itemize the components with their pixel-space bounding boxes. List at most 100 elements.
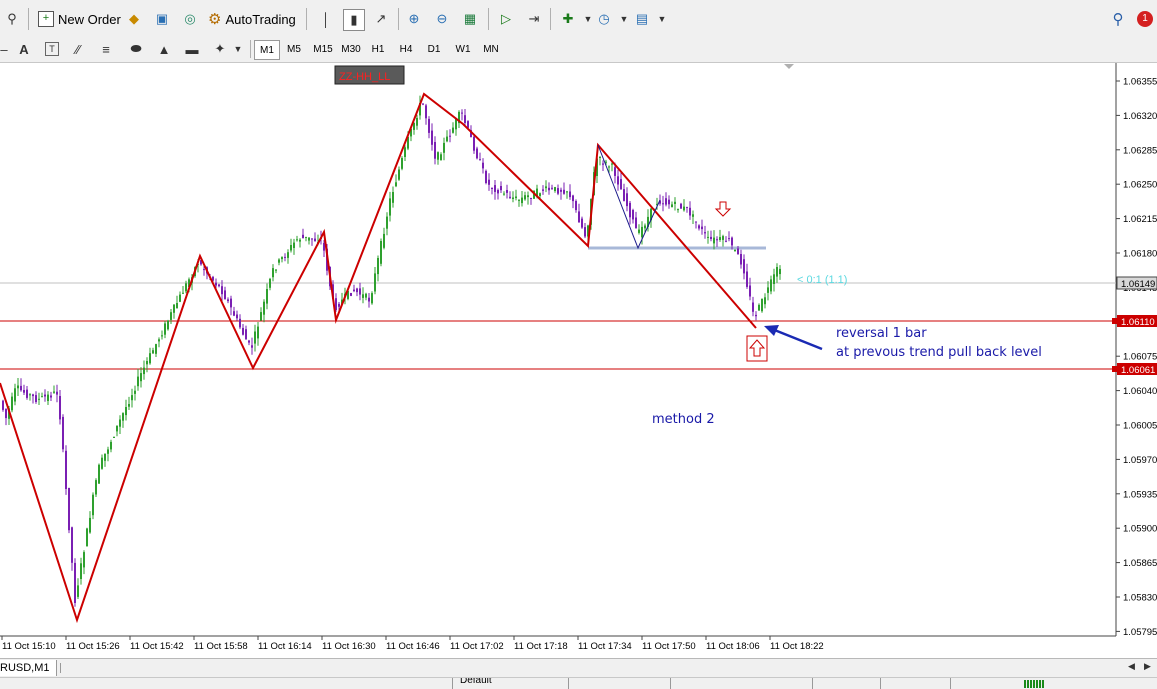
candle-body [350, 293, 352, 296]
new-order-button[interactable]: + New Order [38, 8, 121, 30]
candle-body [32, 394, 34, 397]
price-label: 1.06075 [1123, 352, 1157, 363]
candle-body [71, 527, 73, 563]
timeframe-m30[interactable]: M30 [338, 40, 364, 58]
candle-body [371, 293, 373, 304]
candle-body [701, 226, 703, 230]
timeframe-h1[interactable]: H1 [366, 40, 390, 58]
chevron-down-icon[interactable]: ▼ [652, 9, 672, 29]
notifications-button[interactable]: 1 [1134, 8, 1156, 30]
candle-body [431, 130, 433, 145]
candle-body [56, 391, 58, 395]
candle-body [674, 201, 676, 204]
chevron-down-icon[interactable]: ▼ [228, 39, 248, 59]
candle-body [173, 304, 175, 313]
candle-body [488, 179, 490, 185]
candle-body [77, 585, 79, 597]
zoom-in-icon[interactable]: ⊕ [404, 9, 424, 29]
candle-body [293, 242, 295, 248]
level-tag-1: 1.06110 [1121, 317, 1155, 328]
candle-body [131, 395, 133, 401]
scroll-right-icon[interactable]: ▶ [1144, 661, 1151, 672]
candle-body [425, 105, 427, 119]
symbol-tab[interactable]: RUSD,M1 [0, 660, 57, 676]
candle-body [614, 167, 616, 176]
arrows-tool-icon[interactable]: ✦ [210, 39, 230, 59]
autotrading-label: AutoTrading [225, 11, 296, 27]
candle-body [122, 413, 124, 421]
search-icon[interactable]: ⚲ [1108, 9, 1128, 29]
level-handle-1[interactable] [1112, 318, 1117, 324]
templates-icon[interactable]: ▤ [632, 9, 652, 29]
candle-body [116, 425, 118, 432]
periods-clock-icon[interactable]: ◷ [594, 9, 614, 29]
status-bar: Default [0, 677, 1157, 689]
candle-body [449, 135, 451, 137]
timeframe-w1[interactable]: W1 [450, 40, 476, 58]
scroll-left-icon[interactable]: ◀ [1128, 661, 1135, 672]
candle-body [17, 385, 19, 389]
candle-body [620, 179, 622, 190]
text-tool-button[interactable]: A [14, 39, 34, 59]
level-handle-2[interactable] [1112, 366, 1117, 372]
candle-body [668, 199, 670, 205]
candle-body [47, 394, 49, 401]
timeframe-h4[interactable]: H4 [394, 40, 418, 58]
autotrading-button[interactable]: ⚙ AutoTrading [208, 8, 296, 30]
candle-body [497, 190, 499, 194]
candle-body [749, 285, 751, 297]
ellipse-tool-icon[interactable]: ⬬ [126, 39, 146, 59]
candle-body [704, 232, 706, 234]
candlestick-chart-icon[interactable]: ▮ [343, 9, 365, 31]
timeframe-m1[interactable]: M1 [254, 40, 280, 60]
candle-body [263, 301, 265, 315]
candle-body [176, 303, 178, 308]
price-chart[interactable]: 1.06355 1.06320 1.06285 1.06250 1.06215 1.061… [0, 63, 1157, 658]
candle-body [524, 195, 526, 200]
crosshair-icon[interactable]: – [0, 39, 8, 59]
candle-body [566, 191, 568, 193]
line-chart-icon[interactable]: ↗ [371, 9, 391, 29]
candle-body [662, 203, 664, 205]
toolbar-separator [28, 8, 29, 30]
candle-body [368, 297, 370, 302]
autotrading-icon: ⚙ [208, 11, 222, 28]
rectangle-tool-icon[interactable]: ▬ [182, 39, 202, 59]
candle-body [74, 562, 76, 603]
time-label: 11 Oct 17:34 [578, 641, 632, 652]
candle-body [452, 127, 454, 133]
timeframe-d1[interactable]: D1 [422, 40, 446, 58]
triangle-tool-icon[interactable]: ▲ [154, 39, 174, 59]
status-separator [452, 678, 453, 689]
candle-body [392, 192, 394, 203]
candle-body [119, 419, 121, 427]
fibonacci-tool-icon[interactable]: ≡ [96, 39, 116, 59]
autoscroll-icon[interactable]: ⇥ [524, 9, 544, 29]
timeframe-mn[interactable]: MN [478, 40, 504, 58]
navigator-icon[interactable]: ▣ [152, 9, 172, 29]
timeframe-m15[interactable]: M15 [310, 40, 336, 58]
candle-body [224, 290, 226, 300]
timeframe-m5[interactable]: M5 [282, 40, 306, 58]
candle-body [677, 209, 679, 211]
candle-body [383, 233, 385, 248]
candle-body [113, 437, 115, 438]
signals-icon[interactable]: ◎ [180, 9, 200, 29]
candle-body [245, 329, 247, 340]
candle-body [746, 271, 748, 287]
zoom-in-window-icon[interactable]: ⚲ [2, 9, 22, 29]
tile-windows-icon[interactable]: ▦ [460, 9, 480, 29]
channel-tool-icon[interactable]: ∕∕ [68, 39, 88, 59]
candle-body [575, 201, 577, 211]
candle-body [584, 227, 586, 237]
market-watch-icon[interactable]: ◆ [124, 9, 144, 29]
bar-chart-icon[interactable]: │ [316, 9, 336, 29]
candle-body [770, 279, 772, 292]
zoom-out-icon[interactable]: ⊖ [432, 9, 452, 29]
candle-body [752, 302, 754, 312]
text-label-tool-button[interactable]: T [45, 42, 59, 56]
chart-shift-icon[interactable]: ▷ [496, 9, 516, 29]
toolbar-separator [398, 8, 399, 30]
chevron-down-icon[interactable]: ▼ [614, 9, 634, 29]
indicators-icon[interactable]: ✚ [558, 9, 578, 29]
